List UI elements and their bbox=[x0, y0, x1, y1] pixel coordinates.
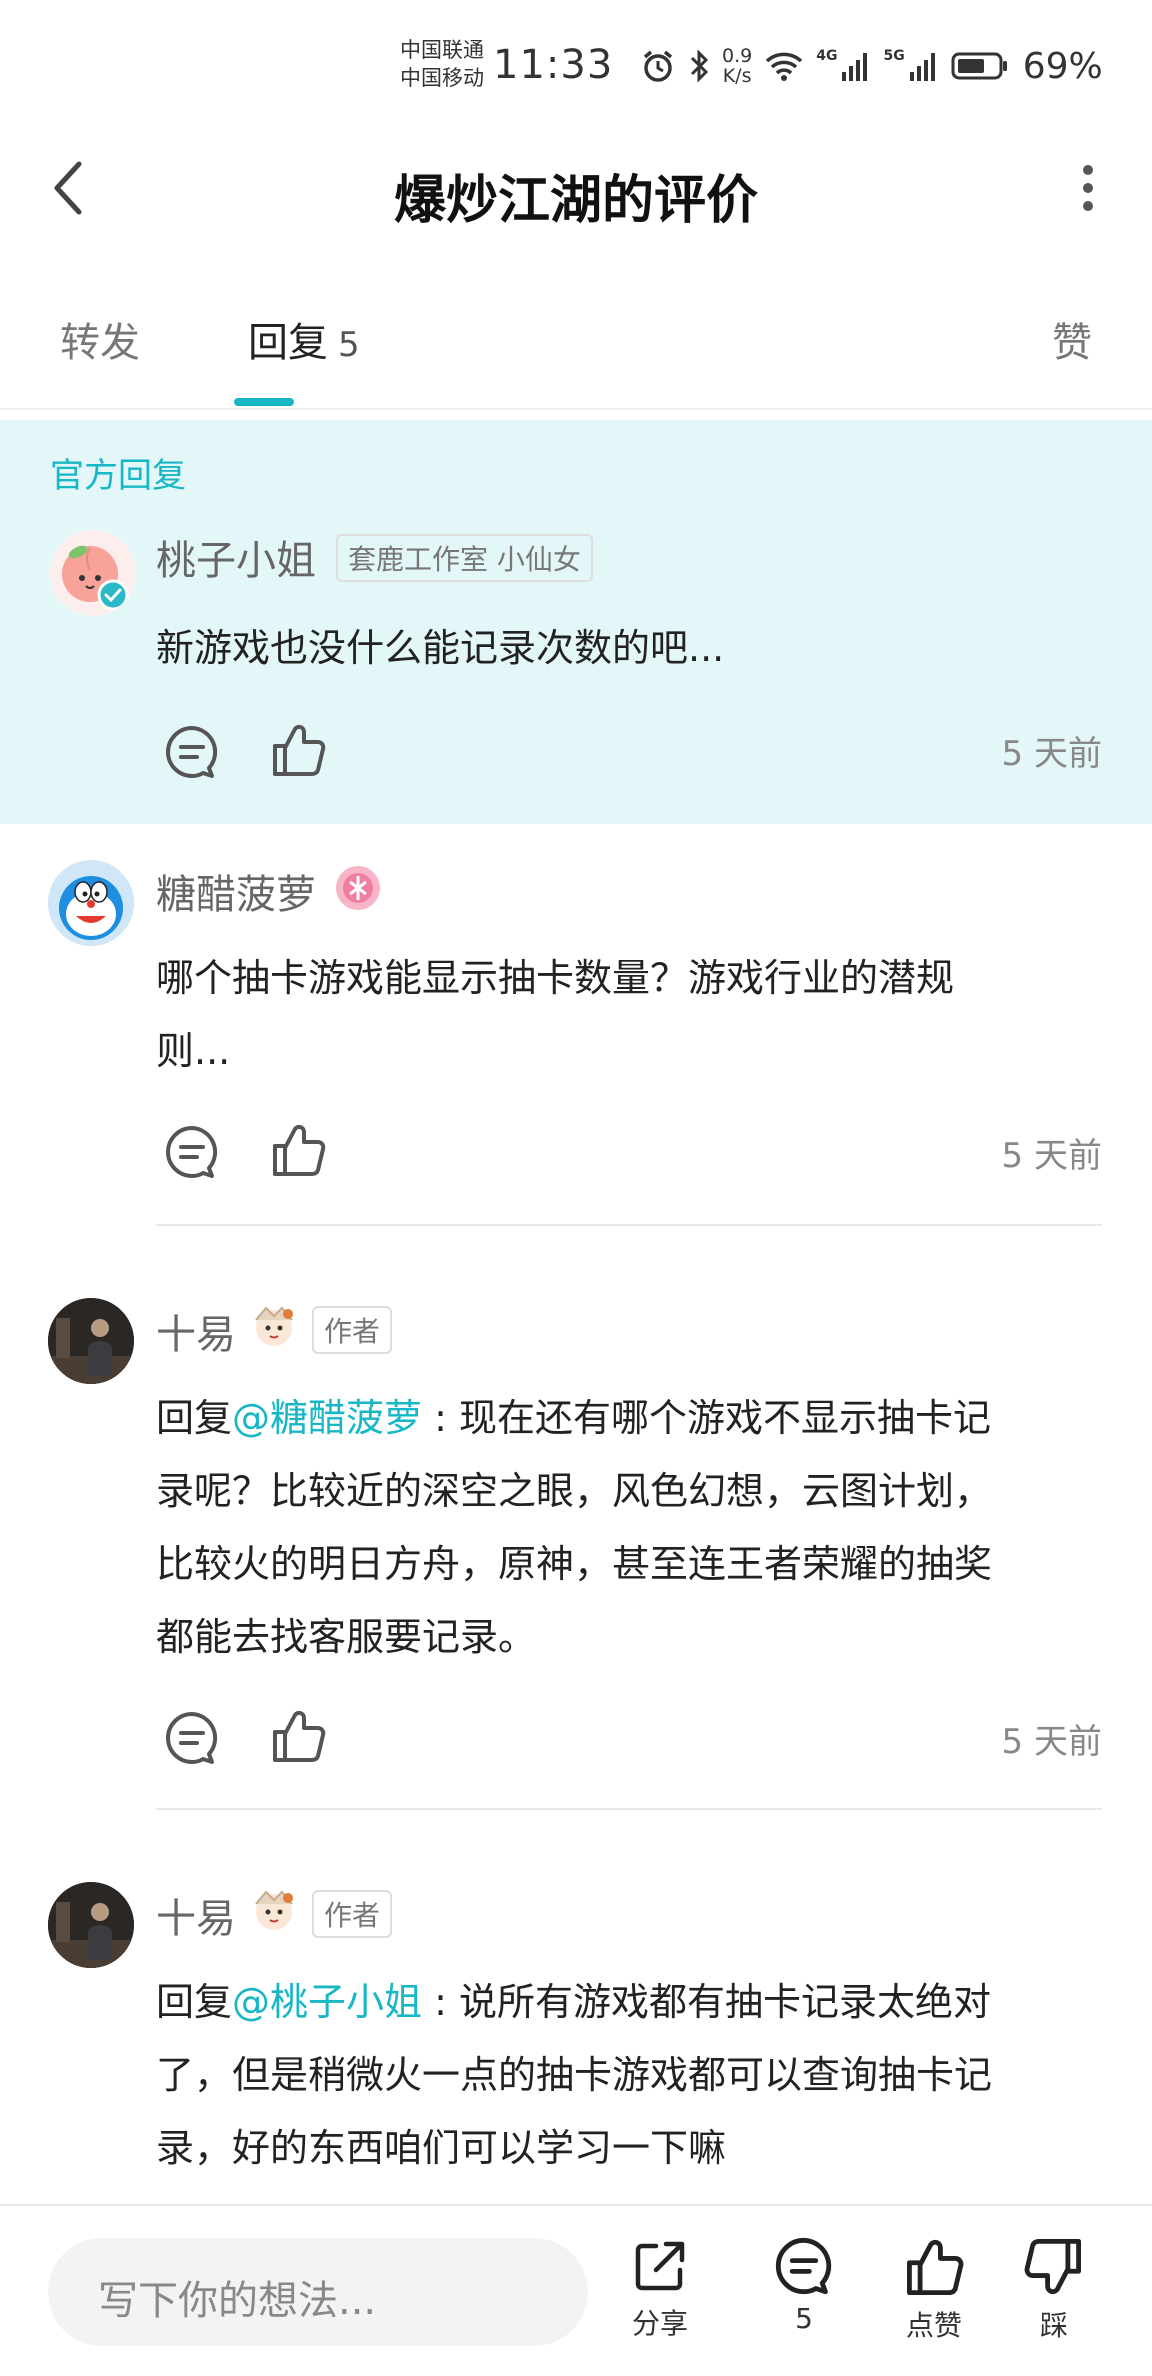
tab-reply-count: 5 bbox=[338, 325, 360, 365]
wifi-icon bbox=[764, 50, 804, 82]
comment-icon bbox=[166, 1126, 218, 1178]
comment-text: 新游戏也没什么能记录次数的吧... bbox=[156, 626, 725, 670]
reply-button[interactable] bbox=[160, 1706, 224, 1770]
mention-link[interactable]: @糖醋菠萝 bbox=[232, 1396, 422, 1440]
user-badge: 套鹿工作室 小仙女 bbox=[336, 534, 593, 582]
comment-time: 5 天前 bbox=[1001, 1136, 1102, 1176]
doraemon-avatar-icon bbox=[48, 860, 134, 946]
share-button[interactable]: 分享 bbox=[610, 2236, 710, 2342]
comment-text: 哪个抽卡游戏能显示抽卡数量？游戏行业的潜规 则... bbox=[156, 956, 955, 1073]
comment-text: 回复@糖醋菠萝 : 现在还有哪个游戏不显示抽卡记 录呢？比较近的深空之眼，风色幻… bbox=[156, 1396, 993, 1659]
share-icon bbox=[635, 2241, 685, 2291]
tab-active-indicator bbox=[234, 398, 294, 406]
status-icons: 0.9 K/s 4G 5G 69% bbox=[640, 44, 1103, 88]
avatar[interactable] bbox=[48, 860, 134, 946]
carrier-labels: 中国联通 中国移动 bbox=[400, 36, 484, 92]
bottom-action-bar: 写下你的想法... 分享 5 点赞 踩 bbox=[0, 2204, 1152, 2376]
author-tag: 作者 bbox=[312, 1890, 393, 1938]
carrier-2: 中国移动 bbox=[400, 66, 484, 90]
thumbs-up-icon bbox=[907, 2239, 964, 2296]
avatar[interactable] bbox=[48, 1298, 134, 1384]
username[interactable]: 桃子小姐 bbox=[156, 528, 316, 586]
avatar[interactable] bbox=[50, 530, 136, 616]
comment-input[interactable]: 写下你的想法... bbox=[48, 2238, 588, 2346]
signal-icon-2 bbox=[909, 50, 939, 82]
share-label: 分享 bbox=[631, 2307, 688, 2340]
like-bottom-button[interactable]: 点赞 bbox=[884, 2236, 984, 2344]
username[interactable]: 十易 bbox=[156, 1886, 236, 1944]
more-vertical-icon bbox=[1083, 165, 1093, 211]
reply-button[interactable] bbox=[160, 720, 224, 784]
comment-divider bbox=[156, 1808, 1102, 1810]
user-medal-icon bbox=[248, 1300, 300, 1352]
battery-icon bbox=[951, 51, 1009, 81]
author-tag: 作者 bbox=[312, 1306, 393, 1354]
comment-divider bbox=[156, 1224, 1102, 1226]
photo-avatar-icon bbox=[48, 1298, 134, 1384]
reply-button[interactable] bbox=[160, 1120, 224, 1184]
like-button[interactable] bbox=[266, 1704, 330, 1768]
mention-link[interactable]: @桃子小姐 bbox=[232, 1980, 422, 2024]
tab-like[interactable]: 赞 bbox=[1052, 310, 1092, 368]
username[interactable]: 十易 bbox=[156, 1302, 236, 1360]
status-time: 11:33 bbox=[493, 42, 614, 88]
tab-reply[interactable]: 回复 5 bbox=[248, 310, 360, 368]
comment-icon bbox=[166, 1712, 218, 1764]
net-speed: 0.9 K/s bbox=[722, 45, 753, 87]
like-button[interactable] bbox=[266, 1118, 330, 1182]
alarm-icon bbox=[640, 48, 676, 84]
carrier-1: 中国联通 bbox=[400, 38, 484, 62]
like-label: 点赞 bbox=[905, 2309, 962, 2342]
status-bar: 中国联通 中国移动 11:33 0.9 K/s 4G 5G 69% bbox=[0, 0, 1152, 130]
photo-avatar-icon bbox=[48, 1882, 134, 1968]
thumbs-down-icon bbox=[1024, 2238, 1081, 2295]
peach-avatar-icon bbox=[50, 530, 136, 616]
bluetooth-icon bbox=[688, 48, 710, 84]
comment-icon bbox=[775, 2237, 832, 2295]
username[interactable]: 糖醋菠萝 bbox=[156, 862, 316, 920]
tab-bar: 转发 回复 5 赞 bbox=[0, 290, 1152, 410]
tab-forward[interactable]: 转发 bbox=[60, 310, 140, 368]
thumbs-up-icon bbox=[273, 724, 326, 776]
dislike-label: 踩 bbox=[1039, 2309, 1068, 2342]
comment-count-button[interactable]: 5 bbox=[754, 2236, 854, 2335]
signal-icon-1 bbox=[841, 50, 871, 82]
header: 爆炒江湖的评价 bbox=[0, 130, 1152, 250]
more-button[interactable] bbox=[1060, 156, 1116, 220]
comment-count: 5 bbox=[795, 2302, 813, 2335]
comment-time: 5 天前 bbox=[1001, 1722, 1102, 1762]
avatar[interactable] bbox=[48, 1882, 134, 1968]
thumbs-up-icon bbox=[273, 1124, 326, 1176]
like-button[interactable] bbox=[266, 718, 330, 782]
thumbs-up-icon bbox=[273, 1710, 326, 1762]
net-5g-label: 5G bbox=[883, 48, 905, 64]
official-reply-section: 官方回复 桃子小姐 套鹿工作室 小仙女 新游戏也没什么能记录次数的吧... 5 … bbox=[0, 420, 1152, 824]
tabs-divider bbox=[0, 408, 1152, 410]
comment-icon bbox=[166, 726, 218, 778]
user-medal-icon bbox=[248, 1884, 300, 1936]
net-4g-label: 4G bbox=[816, 48, 838, 64]
battery-percent: 69% bbox=[1022, 45, 1103, 87]
dislike-button[interactable]: 踩 bbox=[1004, 2236, 1104, 2344]
tab-reply-label: 回复 bbox=[248, 320, 328, 366]
comment-text: 回复@桃子小姐 : 说所有游戏都有抽卡记录太绝对 了，但是稍微火一点的抽卡游戏都… bbox=[156, 1980, 993, 2170]
comment-time: 5 天前 bbox=[1001, 734, 1102, 774]
user-medal-icon bbox=[334, 864, 382, 912]
page-title: 爆炒江湖的评价 bbox=[393, 171, 758, 231]
official-reply-label: 官方回复 bbox=[50, 456, 186, 496]
comment-input-placeholder: 写下你的想法... bbox=[98, 2278, 377, 2324]
